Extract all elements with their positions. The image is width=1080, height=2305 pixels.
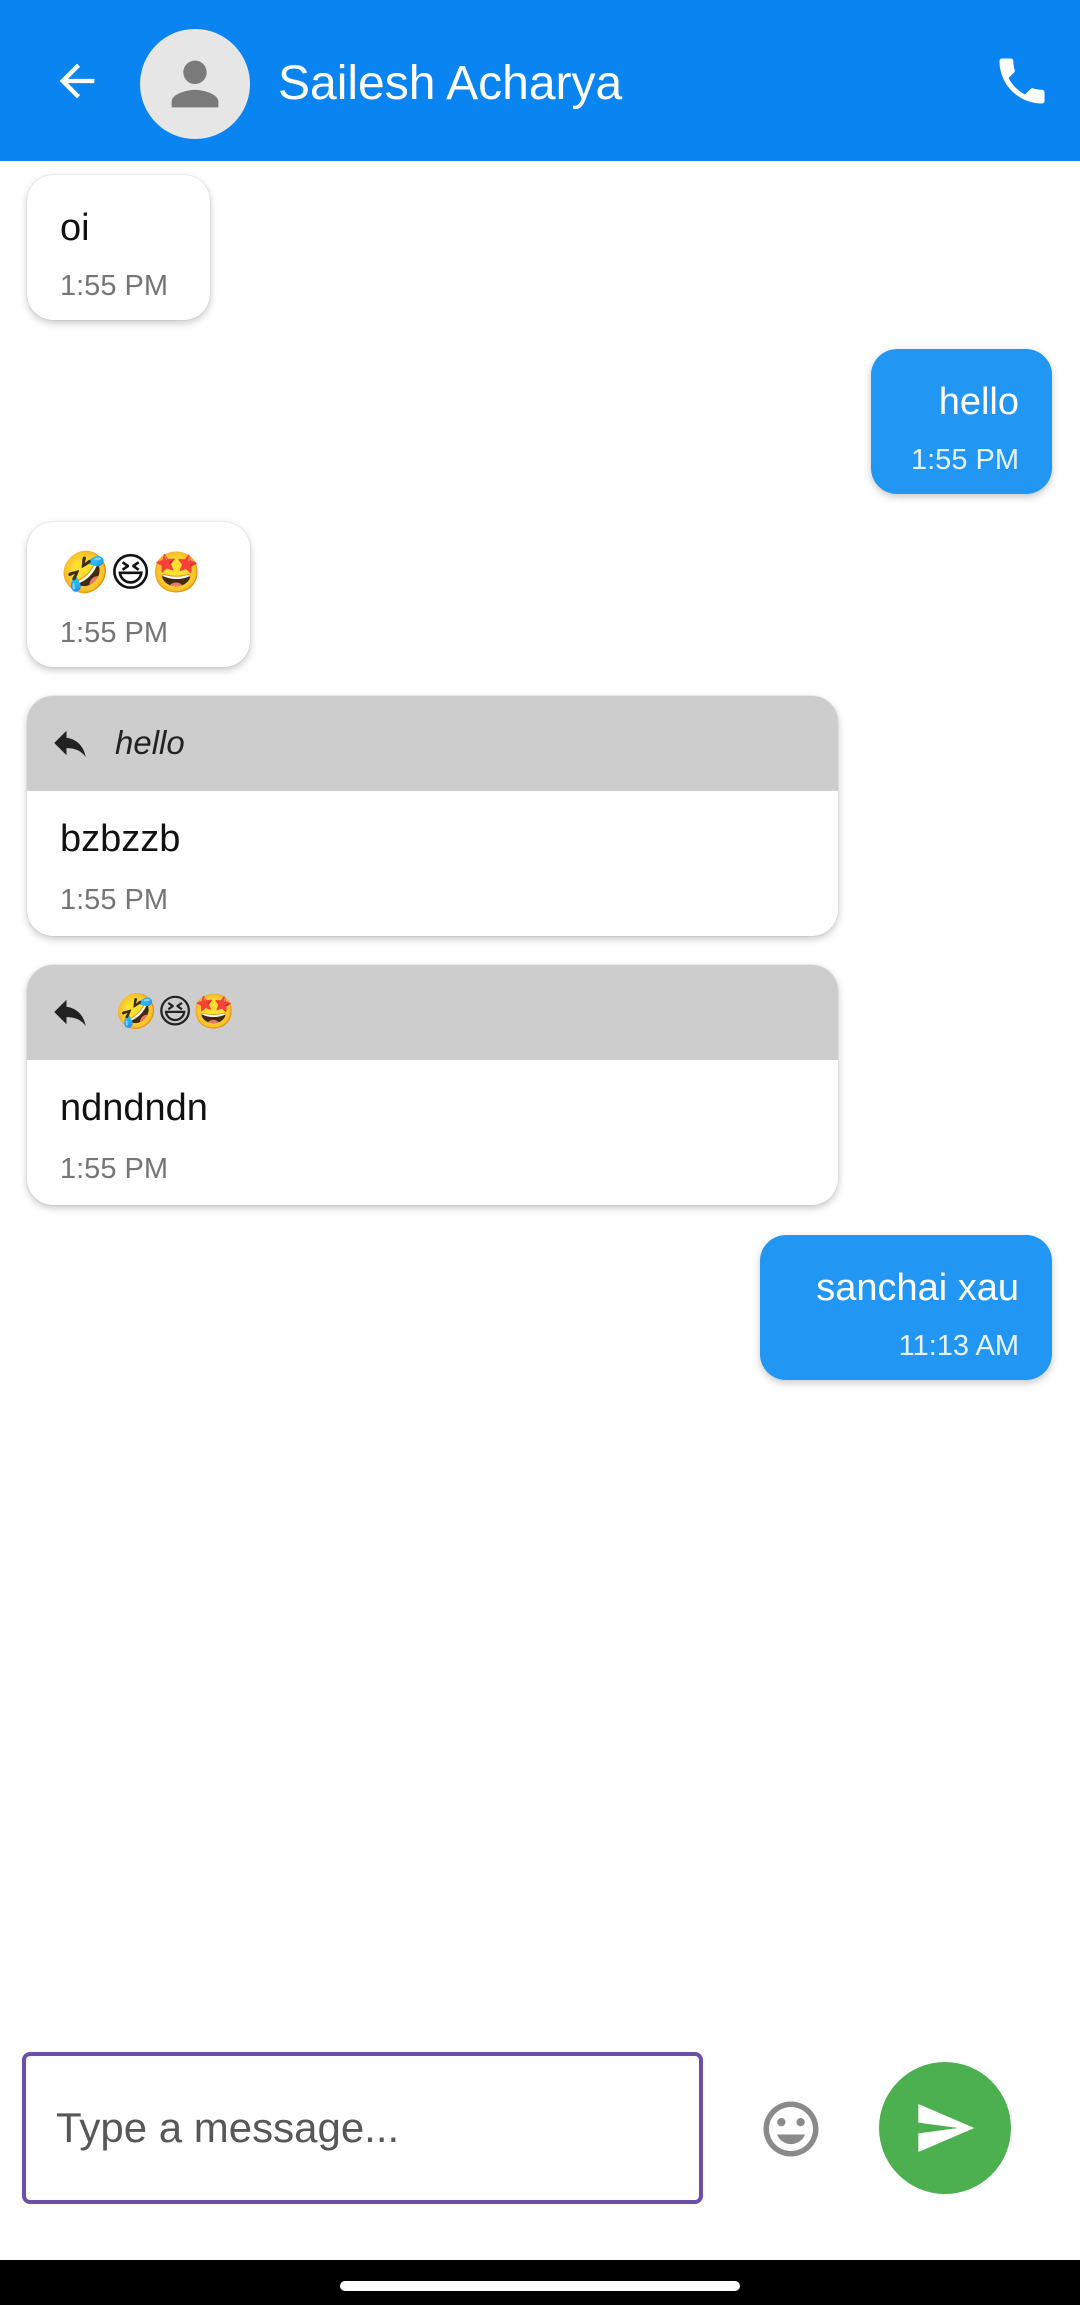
- message-time: 1:55 PM: [60, 884, 168, 916]
- message-time: 1:55 PM: [60, 617, 168, 649]
- reply-message-bubble[interactable]: 🤣😆🤩 ndndndn 1:55 PM: [27, 965, 838, 1205]
- emoji-button[interactable]: [758, 2096, 824, 2162]
- phone-icon: [999, 58, 1045, 104]
- message-text: ndndndn: [60, 1087, 208, 1129]
- reply-preview-text: 🤣😆🤩: [115, 993, 236, 1031]
- send-icon: [918, 2104, 975, 2152]
- arrow-back-icon: [59, 63, 95, 99]
- message-bubble-outgoing[interactable]: sanchai xau 11:13 AM: [760, 1235, 1052, 1380]
- message-bubble-incoming[interactable]: 🤣😆🤩 1:55 PM: [27, 522, 250, 667]
- avatar[interactable]: [140, 29, 250, 139]
- person-icon: [171, 60, 219, 108]
- reply-icon: [54, 999, 86, 1026]
- message-time: 1:55 PM: [60, 270, 168, 302]
- call-button[interactable]: [985, 44, 1059, 118]
- smiley-icon: [763, 2101, 819, 2157]
- send-button[interactable]: [879, 2062, 1011, 2194]
- message-text: bzbzzb: [60, 818, 181, 860]
- message-input[interactable]: [26, 2056, 699, 2200]
- home-indicator[interactable]: [340, 2281, 740, 2291]
- reply-preview[interactable]: 🤣😆🤩: [27, 965, 838, 1060]
- reply-message-bubble[interactable]: hello bzbzzb 1:55 PM: [27, 696, 838, 936]
- message-text: hello: [938, 381, 1019, 423]
- reply-icon: [54, 730, 86, 757]
- message-text: 🤣😆🤩: [60, 551, 202, 595]
- message-text: sanchai xau: [816, 1267, 1019, 1309]
- app-bar: Sailesh Acharya: [0, 0, 1080, 161]
- reply-preview[interactable]: hello: [27, 696, 838, 791]
- message-input-container[interactable]: [22, 2052, 703, 2204]
- reply-preview-text: hello: [115, 724, 185, 761]
- message-bubble-incoming[interactable]: oi 1:55 PM: [27, 175, 210, 320]
- message-time: 1:55 PM: [60, 1153, 168, 1185]
- back-button[interactable]: [40, 44, 114, 118]
- message-time: 11:13 AM: [898, 1330, 1019, 1362]
- message-time: 1:55 PM: [911, 444, 1019, 476]
- contact-name: Sailesh Acharya: [278, 57, 623, 110]
- chat-screen: Sailesh Acharya oi 1:55 PM hello 1:55 PM…: [0, 0, 1080, 2305]
- message-bubble-outgoing[interactable]: hello 1:55 PM: [871, 349, 1052, 494]
- message-text: oi: [60, 207, 90, 249]
